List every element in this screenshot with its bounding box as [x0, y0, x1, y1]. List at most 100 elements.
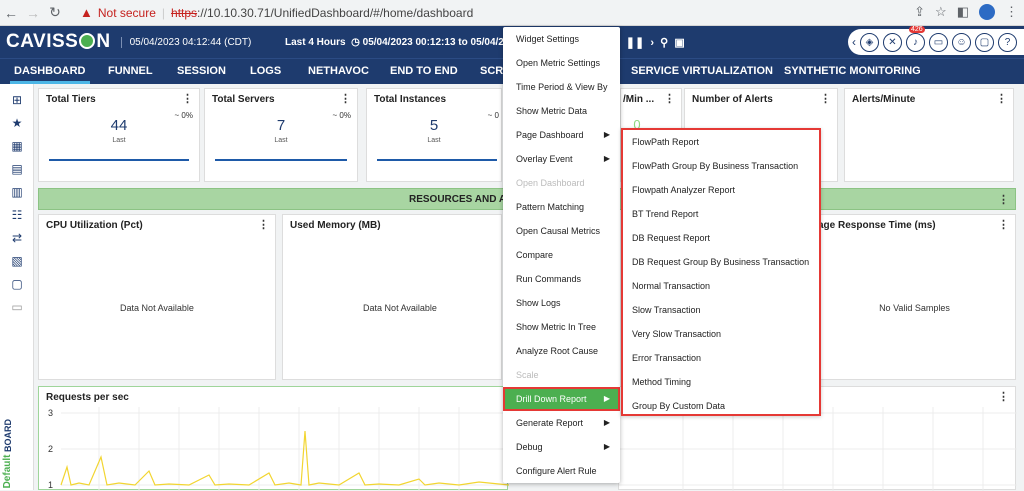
bell-icon[interactable]: ♪ 426 — [906, 25, 925, 52]
swap-icon[interactable]: ⇄ — [0, 226, 34, 249]
next-icon[interactable]: › — [650, 37, 654, 49]
menu-item-open-metric-settings[interactable]: Open Metric Settings — [503, 51, 620, 75]
tab-dashboard[interactable]: DASHBOARD — [10, 65, 89, 84]
header-icon-bar: ‹ ◈ ✕ ♪ 426 ▭ ☺ ▢ ? — [848, 25, 1024, 55]
back-icon[interactable]: ← — [0, 5, 22, 21]
submenu-item-flowpath-analyzer-report[interactable]: Flowpath Analyzer Report — [623, 178, 819, 202]
kebab-icon[interactable]: ⋮ — [998, 218, 1009, 231]
menu-item-time-period-view-by[interactable]: Time Period & View By — [503, 75, 620, 99]
layers-icon[interactable]: ◈ — [860, 32, 879, 52]
tab-session[interactable]: SESSION — [177, 65, 226, 77]
submenu-item-db-request-report[interactable]: DB Request Report — [623, 226, 819, 250]
warning-icon: ▲ — [80, 5, 93, 20]
profile-avatar[interactable] — [979, 4, 995, 20]
panel-cpu-utilization[interactable]: CPU Utilization (Pct) ⋮ Data Not Availab… — [38, 214, 276, 380]
menu-item-page-dashboard[interactable]: Page Dashboard ▶ — [503, 123, 620, 147]
empty-state-message: No Valid Samples — [879, 303, 950, 313]
menu-item-analyze-root-cause[interactable]: Analyze Root Cause — [503, 339, 620, 363]
tile-total-tiers[interactable]: Total Tiers ⋮ ~ 0% 44 Last — [38, 88, 200, 182]
submenu-item-flowpath-report[interactable]: FlowPath Report — [623, 130, 819, 154]
tile-value: 5 — [429, 117, 439, 134]
tab-end-to-end[interactable]: END TO END — [390, 65, 458, 77]
submenu-item-very-slow-transaction[interactable]: Very Slow Transaction — [623, 322, 819, 346]
kebab-icon[interactable]: ⋮ — [664, 92, 675, 105]
document-icon[interactable]: ▧ — [0, 249, 34, 272]
report-icon[interactable]: ▤ — [0, 157, 34, 180]
address-bar[interactable]: https://10.10.30.71/UnifiedDashboard/#/h… — [171, 6, 473, 20]
menu-item-configure-alert-rule[interactable]: Configure Alert Rule — [503, 459, 620, 483]
tile-total-servers[interactable]: Total Servers ⋮ ~ 0% 7 Last — [204, 88, 358, 182]
calendar-icon[interactable]: ▦ — [0, 134, 34, 157]
kebab-icon[interactable]: ⋮ — [996, 92, 1007, 105]
star-icon[interactable]: ★ — [0, 111, 34, 134]
kebab-icon[interactable]: ⋮ — [820, 92, 831, 105]
forward-icon[interactable]: → — [22, 5, 44, 21]
menu-item-pattern-matching[interactable]: Pattern Matching — [503, 195, 620, 219]
reload-icon[interactable]: ↻ — [44, 4, 66, 21]
time-period[interactable]: Last 4 Hours ◷ 05/04/2023 00:12:13 to 05… — [285, 37, 529, 48]
panel-used-memory[interactable]: Used Memory (MB) Data Not Available — [282, 214, 502, 380]
submenu-item-method-timing[interactable]: Method Timing — [623, 370, 819, 394]
submenu-item-error-transaction[interactable]: Error Transaction — [623, 346, 819, 370]
kebab-icon[interactable]: ⋮ — [340, 92, 351, 105]
menu-item-show-metric-data[interactable]: Show Metric Data — [503, 99, 620, 123]
divider: | — [161, 5, 166, 20]
tile-sparkline — [377, 159, 497, 161]
empty-state-message: Data Not Available — [120, 303, 194, 313]
menu-item-compare[interactable]: Compare — [503, 243, 620, 267]
tools-icon[interactable]: ✕ — [883, 32, 902, 52]
menu-item-generate-report[interactable]: Generate Report ▶ — [503, 411, 620, 435]
menu-item-label: Generate Report — [516, 418, 584, 428]
pause-icon[interactable]: ❚❚ — [626, 37, 644, 49]
menu-item-widget-settings[interactable]: Widget Settings — [503, 27, 620, 51]
kebab-menu-icon[interactable]: ⋮ — [1005, 4, 1018, 20]
menu-item-label: Show Logs — [516, 298, 561, 308]
monitor-icon[interactable]: ▢ — [975, 32, 994, 52]
kebab-icon[interactable]: ⋮ — [258, 218, 269, 231]
tile-title: Total Instances — [374, 94, 447, 105]
not-secure-label[interactable]: Not secure — [98, 6, 156, 20]
kebab-icon[interactable]: ⋮ — [998, 193, 1009, 206]
menu-item-debug[interactable]: Debug ▶ — [503, 435, 620, 459]
tab-nethavoc[interactable]: NETHAVOC — [308, 65, 369, 77]
submenu-item-bt-trend-report[interactable]: BT Trend Report — [623, 202, 819, 226]
user-icon[interactable]: ☺ — [952, 32, 971, 52]
tab-service-virtualization[interactable]: SERVICE VIRTUALIZATION — [631, 65, 773, 77]
menu-item-run-commands[interactable]: Run Commands — [503, 267, 620, 291]
submenu-item-flowpath-group-by-business-transaction[interactable]: FlowPath Group By Business Transaction — [623, 154, 819, 178]
kebab-icon[interactable]: ⋮ — [182, 92, 193, 105]
star-icon[interactable]: ☆ — [935, 4, 947, 20]
menu-item-drill-down-report[interactable]: Drill Down Report ▶ — [503, 387, 620, 411]
file-icon[interactable]: ▢ — [0, 272, 34, 295]
tile-alerts-per-minute[interactable]: Alerts/Minute ⋮ — [844, 88, 1014, 182]
tile-total-instances[interactable]: Total Instances ~ 0 5 Last — [366, 88, 502, 182]
camera-icon[interactable]: ▣ — [674, 37, 684, 49]
window-icon[interactable]: ▭ — [929, 32, 948, 52]
tile-value: 44 — [110, 117, 128, 134]
panel-response-time[interactable]: age Response Time (ms) ⋮ No Valid Sample… — [814, 214, 1016, 380]
submenu-arrow-icon: ▶ — [603, 130, 610, 139]
submenu-item-db-request-group-by-business-transaction[interactable]: DB Request Group By Business Transaction — [623, 250, 819, 274]
collapse-icon[interactable]: ‹ — [852, 35, 856, 49]
tab-synthetic-monitoring[interactable]: SYNTHETIC MONITORING — [784, 65, 921, 77]
menu-item-show-logs[interactable]: Show Logs — [503, 291, 620, 315]
menu-item-label: Run Commands — [516, 274, 582, 284]
grid-icon[interactable]: ⊞ — [0, 88, 34, 111]
keyboard-icon[interactable]: ▭ — [0, 295, 34, 318]
sidepanel-icon[interactable]: ◧ — [957, 4, 969, 20]
menu-item-show-metric-in-tree[interactable]: Show Metric In Tree — [503, 315, 620, 339]
share-icon[interactable]: ⇪ — [914, 4, 925, 20]
submenu-item-group-by-custom-data[interactable]: Group By Custom Data — [623, 394, 819, 418]
tree-icon[interactable]: ☷ — [0, 203, 34, 226]
tab-logs[interactable]: LOGS — [250, 65, 281, 77]
help-icon[interactable]: ? — [998, 32, 1017, 52]
panel-requests-per-sec[interactable]: Requests per sec 3 2 1 — [38, 386, 509, 491]
chart-icon[interactable]: ▥ — [0, 180, 34, 203]
submenu-item-normal-transaction[interactable]: Normal Transaction — [623, 274, 819, 298]
filter-icon[interactable]: ⚲ — [660, 37, 668, 49]
menu-item-overlay-event[interactable]: Overlay Event ▶ — [503, 147, 620, 171]
menu-item-open-causal-metrics[interactable]: Open Causal Metrics — [503, 219, 620, 243]
y-tick: 3 — [48, 408, 53, 418]
submenu-item-slow-transaction[interactable]: Slow Transaction — [623, 298, 819, 322]
tab-funnel[interactable]: FUNNEL — [108, 65, 153, 77]
